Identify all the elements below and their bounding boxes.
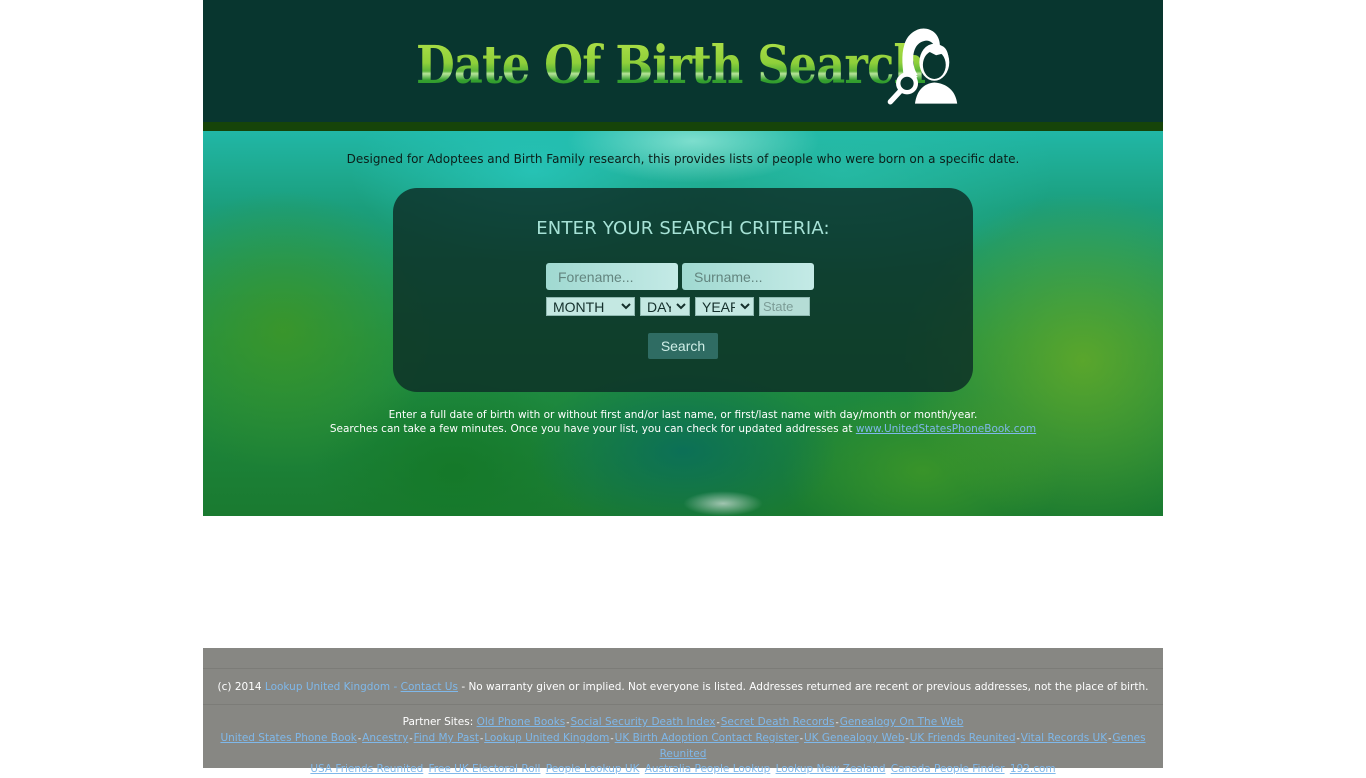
partner-link[interactable]: Free UK Electoral Roll — [429, 763, 541, 775]
partner-link[interactable]: Genealogy On The Web — [840, 716, 964, 728]
disclaimer-text: - No warranty given or implied. Not ever… — [461, 681, 1149, 693]
site-footer: (c) 2014 Lookup United Kingdom - Contact… — [203, 648, 1163, 775]
partner-link[interactable]: Secret Death Records — [721, 716, 835, 728]
copyright-text: (c) 2014 — [217, 681, 262, 693]
lookup-uk-link[interactable]: Lookup United Kingdom — [265, 681, 390, 693]
partner-row: Partner Sites: Old Phone Books-Social Se… — [203, 715, 1163, 731]
footer-divider — [203, 704, 1163, 705]
partner-link[interactable]: Australia People Lookup — [645, 763, 771, 775]
partner-link[interactable]: Find My Past — [414, 732, 479, 744]
partner-link[interactable]: UK Genealogy Web — [804, 732, 905, 744]
help-line-2-text: Searches can take a few minutes. Once yo… — [329, 423, 853, 435]
contact-us-link[interactable]: Contact Us — [401, 681, 458, 693]
search-form: ENTER YOUR SEARCH CRITERIA: MONTH DAY YE… — [393, 188, 973, 392]
header-divider — [203, 122, 1163, 131]
logo-text: Date Of Birth Search — [416, 35, 926, 96]
month-select[interactable]: MONTH — [546, 297, 635, 316]
partner-link[interactable]: United States Phone Book — [220, 732, 356, 744]
partner-links-row-2: United States Phone Book-Ancestry-Find M… — [203, 731, 1163, 762]
intro-text: Designed for Adoptees and Birth Family r… — [346, 152, 1020, 166]
partner-link[interactable]: Old Phone Books — [477, 716, 566, 728]
footer-divider — [203, 668, 1163, 669]
year-select[interactable]: YEAR — [695, 297, 754, 316]
partner-link[interactable]: Lookup United Kingdom — [484, 732, 609, 744]
people-search-icon — [887, 28, 958, 105]
name-row — [546, 263, 814, 290]
surname-input[interactable] — [682, 263, 814, 290]
partner-link[interactable]: Social Security Death Index — [571, 716, 716, 728]
partner-link[interactable]: Lookup New Zealand — [776, 763, 886, 775]
day-select[interactable]: DAY — [640, 297, 690, 316]
date-row: MONTH DAY YEAR — [546, 297, 810, 316]
partner-link[interactable]: Canada People Finder — [891, 763, 1005, 775]
site-logo[interactable]: Date Of Birth Search — [416, 28, 1008, 105]
partner-link[interactable]: People Lookup UK — [546, 763, 640, 775]
state-input[interactable] — [759, 297, 810, 316]
page-wrapper: Date Of Birth Search Designed for Adopte… — [203, 0, 1163, 516]
partner-link[interactable]: UK Birth Adoption Contact Register — [615, 732, 799, 744]
partner-link[interactable]: UK Friends Reunited — [910, 732, 1016, 744]
search-button[interactable]: Search — [648, 333, 718, 359]
separator: - — [393, 681, 398, 693]
help-line-1: Enter a full date of birth with or witho… — [388, 409, 978, 421]
partner-link[interactable]: Ancestry — [362, 732, 408, 744]
help-line-2: Searches can take a few minutes. Once yo… — [203, 422, 1163, 436]
partner-link[interactable]: 192.com — [1010, 763, 1056, 775]
partners-label: Partner Sites: — [402, 716, 474, 728]
partner-link[interactable]: USA Friends Reunited — [310, 763, 423, 775]
copyright-line: (c) 2014 Lookup United Kingdom - Contact… — [203, 681, 1163, 693]
phonebook-link[interactable]: www.UnitedStatesPhoneBook.com — [856, 423, 1036, 435]
partner-links-row-1: Old Phone Books-Social Security Death In… — [477, 716, 964, 728]
forename-input[interactable] — [546, 263, 678, 290]
partner-sites: Partner Sites: Old Phone Books-Social Se… — [203, 715, 1163, 778]
site-header: Date Of Birth Search — [203, 0, 1163, 122]
hero-section: Designed for Adoptees and Birth Family r… — [203, 131, 1163, 516]
partner-link[interactable]: Vital Records UK — [1021, 732, 1107, 744]
search-help: Enter a full date of birth with or witho… — [203, 408, 1163, 436]
partner-links-row-3: USA Friends Reunited-Free UK Electoral R… — [203, 762, 1163, 778]
search-title: ENTER YOUR SEARCH CRITERIA: — [536, 218, 830, 239]
